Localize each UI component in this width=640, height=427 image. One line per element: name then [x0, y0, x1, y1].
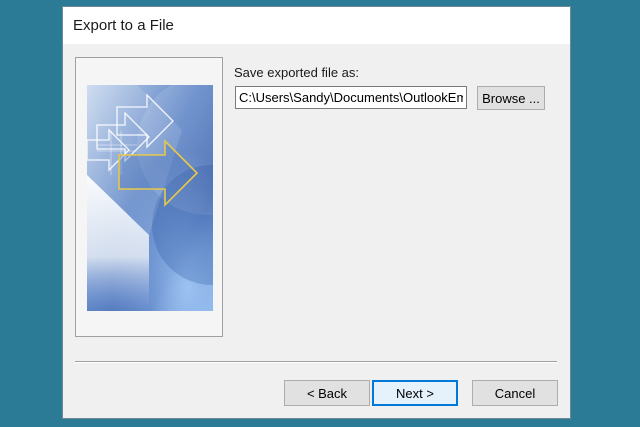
dialog-separator	[75, 361, 557, 363]
wizard-image-frame	[75, 57, 223, 337]
save-as-label: Save exported file as:	[234, 65, 360, 80]
cancel-button[interactable]: Cancel	[472, 380, 558, 406]
file-path-input[interactable]	[235, 86, 467, 109]
back-button[interactable]: < Back	[284, 380, 370, 406]
browse-button[interactable]: Browse ...	[477, 86, 545, 110]
desktop-background: Export to a File Save exported file as: …	[0, 0, 640, 427]
dialog-title: Export to a File	[73, 17, 174, 34]
wizard-banner-image	[87, 85, 213, 311]
export-to-file-dialog: Export to a File Save exported file as: …	[62, 6, 571, 419]
next-button[interactable]: Next >	[372, 380, 458, 406]
dialog-titlebar: Export to a File	[63, 7, 570, 44]
